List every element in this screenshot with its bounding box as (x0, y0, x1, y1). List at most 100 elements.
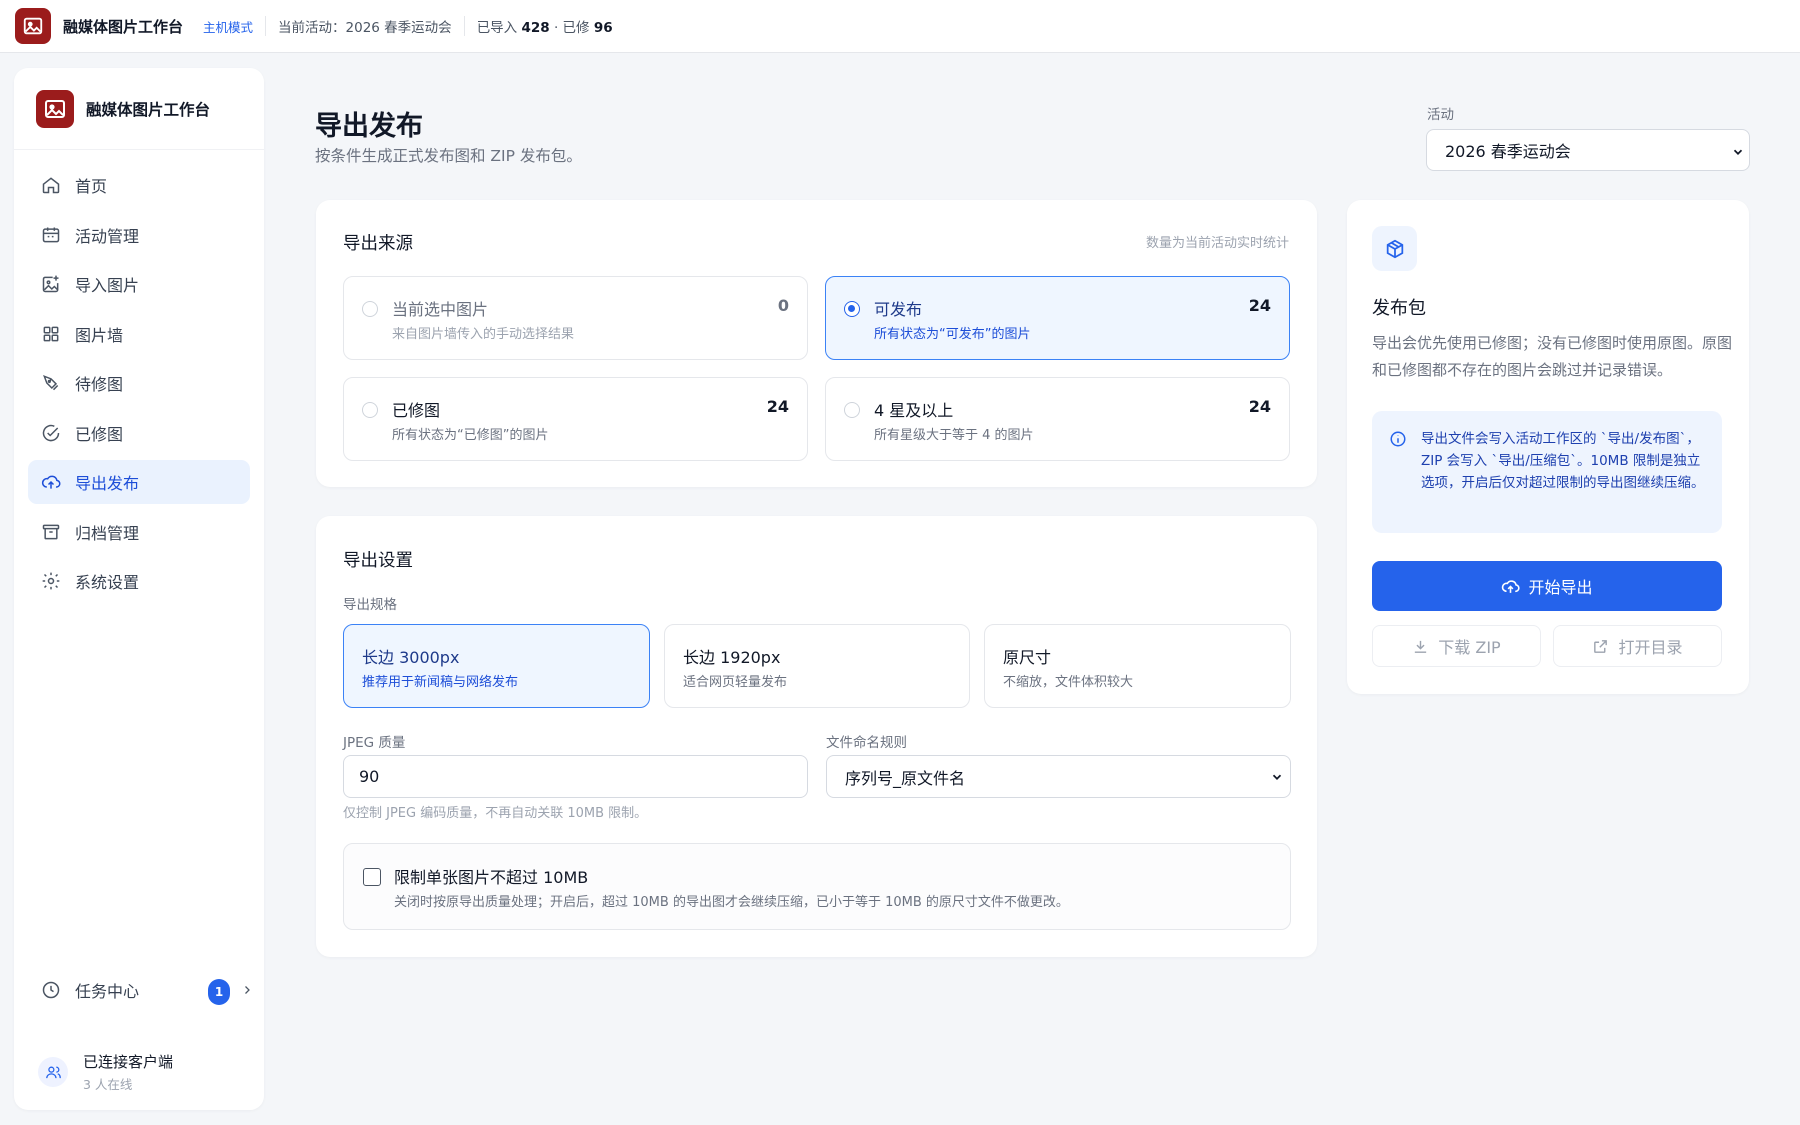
source-option-4-stars[interactable]: 4 星及以上 所有星级大于等于 4 的图片 24 (825, 377, 1290, 461)
naming-rule-label: 文件命名规则 (826, 735, 907, 751)
divider (463, 16, 465, 36)
page-subtitle: 按条件生成正式发布图和 ZIP 发布包。 (315, 147, 582, 165)
option-title: 当前选中图片 (392, 300, 489, 319)
open-folder-button[interactable]: 打开目录 (1553, 625, 1722, 667)
radio-button[interactable] (844, 402, 860, 418)
activity-select[interactable]: 2026 春季运动会 (1426, 129, 1750, 171)
size-limit-desc: 关闭时按原导出质量处理；开启后，超过 10MB 的导出图才会继续压缩，已小于等于… (394, 895, 1069, 910)
connected-clients: 已连接客户端 3 人在线 (38, 1051, 173, 1093)
chevron-down-icon (1272, 774, 1282, 780)
spec-desc: 不缩放，文件体积较大 (1003, 675, 1134, 690)
jpeg-quality-help: 仅控制 JPEG 编码质量，不再自动关联 10MB 限制。 (343, 806, 648, 821)
package-title: 发布包 (1372, 298, 1426, 319)
source-heading: 导出来源 (343, 234, 413, 254)
cloud-upload-icon (1502, 579, 1521, 593)
image-plus-icon (42, 275, 59, 293)
current-activity: 当前活动：2026 春季运动会 (278, 20, 452, 36)
spec-desc: 适合网页轻量发布 (683, 675, 788, 690)
sidebar-item-home[interactable]: 首页 (28, 163, 250, 207)
clock-icon (42, 981, 60, 999)
users-icon (38, 1057, 68, 1087)
mode-badge: 主机模式 (203, 19, 254, 35)
option-count: 24 (766, 397, 789, 416)
spec-title: 原尺寸 (1003, 648, 1052, 667)
sidebar-nav: 首页 活动管理 导入图片 图片墙 待修图 已修图 导出发布 归档管理 系统设置 (28, 163, 250, 609)
sidebar-item-label: 活动管理 (75, 226, 140, 246)
sidebar-item-label: 首页 (75, 177, 108, 196)
source-option-publishable[interactable]: 可发布 所有状态为“可发布”的图片 24 (825, 276, 1290, 360)
sidebar-item-edited[interactable]: 已修图 (28, 411, 250, 455)
edited-label: · 已修 (553, 20, 590, 36)
size-limit-option: 限制单张图片不超过 10MB 关闭时按原导出质量处理；开启后，超过 10MB 的… (343, 843, 1291, 930)
export-source-card: 导出来源 数量为当前活动实时统计 当前选中图片 来自图片墙传入的手动选择结果 0… (316, 200, 1317, 487)
sidebar-item-label: 导入图片 (75, 276, 140, 295)
sidebar-item-to-edit[interactable]: 待修图 (28, 361, 250, 405)
sidebar-item-settings[interactable]: 系统设置 (28, 559, 250, 603)
divider (265, 16, 267, 36)
activity-select-value: 2026 春季运动会 (1445, 142, 1571, 161)
task-center-label: 任务中心 (75, 982, 140, 1001)
app-title: 融媒体图片工作台 (63, 17, 184, 36)
info-text: 导出文件会写入活动工作区的 `导出/发布图`，ZIP 会写入 `导出/压缩包`。… (1421, 431, 1705, 491)
source-option-selected-images[interactable]: 当前选中图片 来自图片墙传入的手动选择结果 0 (343, 276, 808, 360)
gear-icon (42, 572, 60, 590)
cloud-upload-icon (41, 475, 61, 489)
download-zip-label: 下载 ZIP (1438, 638, 1501, 657)
naming-rule-value: 序列号_原文件名 (845, 768, 966, 788)
import-stats: 已导入 428 · 已修 96 (477, 16, 613, 36)
imported-count: 428 (521, 20, 550, 36)
brush-icon (43, 375, 59, 391)
chevron-down-icon (1733, 149, 1743, 155)
spec-option-3000[interactable]: 长边 3000px 推荐用于新闻稿与网络发布 (343, 624, 650, 708)
radio-button[interactable] (362, 402, 378, 418)
option-desc: 所有星级大于等于 4 的图片 (874, 428, 1034, 443)
spec-desc: 推荐用于新闻稿与网络发布 (362, 675, 519, 690)
sidebar-item-label: 导出发布 (75, 474, 140, 493)
download-icon (1415, 640, 1427, 653)
publish-package-card: 发布包 导出会优先使用已修图；没有已修图时使用原图。原图和已修图都不存在的图片会… (1347, 200, 1749, 694)
open-folder-label: 打开目录 (1618, 638, 1683, 657)
source-hint: 数量为当前活动实时统计 (1145, 236, 1289, 251)
top-bar: 融媒体图片工作台 主机模式 当前活动：2026 春季运动会 已导入 428 · … (0, 0, 1800, 53)
sidebar-item-export[interactable]: 导出发布 (28, 460, 250, 504)
option-count: 24 (1248, 296, 1271, 315)
calendar-icon (42, 227, 60, 242)
option-title: 可发布 (874, 300, 923, 319)
download-zip-button[interactable]: 下载 ZIP (1372, 625, 1541, 667)
grid-icon (43, 326, 59, 341)
external-link-icon (1594, 639, 1608, 653)
spec-title: 长边 3000px (362, 648, 460, 667)
jpeg-quality-input[interactable]: 90 (343, 755, 808, 798)
option-desc: 所有状态为“可发布”的图片 (874, 327, 1031, 342)
app-logo-icon (36, 89, 74, 128)
start-export-label: 开始导出 (1528, 578, 1593, 597)
naming-rule-select[interactable]: 序列号_原文件名 (826, 755, 1291, 798)
package-desc: 导出会优先使用已修图；没有已修图时使用原图。原图和已修图都不存在的图片会跳过并记… (1372, 334, 1733, 379)
imported-label: 已导入 (476, 20, 518, 36)
client-online-count: 3 人在线 (83, 1077, 133, 1092)
radio-button[interactable] (844, 301, 860, 317)
settings-heading: 导出设置 (343, 551, 413, 571)
sidebar-item-wall[interactable]: 图片墙 (28, 312, 250, 356)
info-icon (1390, 431, 1406, 447)
option-count: 24 (1248, 397, 1271, 416)
sidebar-item-archive[interactable]: 归档管理 (28, 510, 250, 554)
archive-icon (42, 524, 60, 539)
start-export-button[interactable]: 开始导出 (1372, 561, 1722, 611)
sidebar: 融媒体图片工作台 首页 活动管理 导入图片 图片墙 待修图 已修图 导出发布 归… (14, 68, 264, 1110)
sidebar-item-activities[interactable]: 活动管理 (28, 213, 250, 257)
size-limit-checkbox[interactable] (363, 868, 381, 886)
activity-label: 活动 (1427, 107, 1454, 123)
info-notice: 导出文件会写入活动工作区的 `导出/发布图`，ZIP 会写入 `导出/压缩包`。… (1372, 411, 1722, 533)
spec-option-original[interactable]: 原尺寸 不缩放，文件体积较大 (984, 624, 1291, 708)
option-desc: 所有状态为“已修图”的图片 (392, 428, 549, 443)
option-title: 4 星及以上 (874, 401, 954, 420)
spec-label: 导出规格 (343, 597, 397, 613)
sidebar-item-import[interactable]: 导入图片 (28, 262, 250, 306)
source-option-edited[interactable]: 已修图 所有状态为“已修图”的图片 24 (343, 377, 808, 461)
client-title: 已连接客户端 (83, 1053, 174, 1071)
task-center[interactable]: 任务中心 1 (41, 968, 251, 1012)
spec-option-1920[interactable]: 长边 1920px 适合网页轻量发布 (664, 624, 970, 708)
app-logo-icon (15, 8, 51, 44)
radio-button[interactable] (362, 301, 378, 317)
